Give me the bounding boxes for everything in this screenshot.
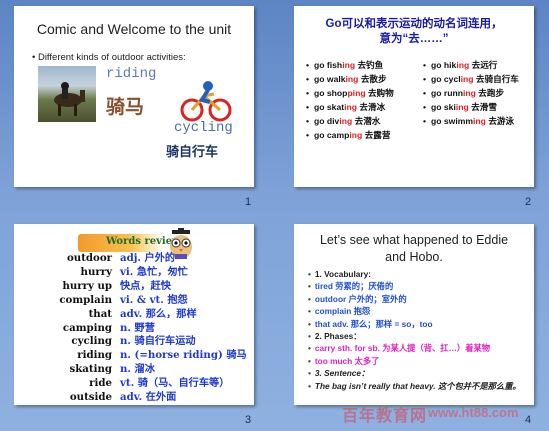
list-item: go camping 去露营 [306,128,394,142]
word: outdoor [67,252,112,264]
list-item: go hiking 去远行 [423,58,519,72]
riding-chinese-label: 骑马 [106,96,145,118]
definition: adv. 那么，那样 [120,307,197,320]
table-row: riding n. (=horse riding) 骑马 [32,349,247,363]
definition: 快点，赶快 [120,279,171,292]
definition: n. 野营 [120,321,155,334]
word: camping [62,321,112,334]
word: hurry [80,265,112,278]
list-item: go fishing 去钓鱼 [306,58,394,72]
slide-2-number: 2 [525,196,532,208]
table-row: outside adv. 在外面 [32,391,247,405]
list-item: too much 太多了 [308,355,530,367]
list-item: that adv. 那么；那样 = so，too [308,318,530,330]
word: hurry up [62,279,112,292]
definition: adj. 户外的 [120,252,176,264]
definition: n. 骑自行车运动 [120,335,196,348]
slide-4-title: Let’s see what happened to Eddie and Hob… [294,232,534,266]
list-item: go walking 去散步 [306,72,394,86]
cycling-chinese-label: 骑自行车 [166,145,219,160]
list-item: carry sth. for sb. 为某人提（背、扛…）着某物 [308,342,530,354]
watermark-logo: 百年教育网 [342,408,428,425]
cycling-english-label: cycling [174,120,233,136]
list-item: 3. Sentence： [308,367,530,379]
list-item: go running 去跑步 [423,86,519,100]
table-row: hurry up 快点，赶快 [32,280,247,294]
riding-english-label: riding [106,66,157,82]
slide-2-title-line-2: 意为“去……” [379,33,449,45]
definition: vi. 急忙，匆忙 [120,265,188,278]
list-item: go swimming 去游泳 [423,114,519,128]
table-row: camping n. 野营 [32,322,247,336]
list-item: 2. Phases： [308,330,530,342]
cyclist-icon [180,78,232,122]
word: riding [77,349,112,362]
slide-1-number: 1 [245,196,252,208]
slide-3-number: 3 [245,414,252,426]
word: that [88,307,112,320]
slide-4-content-list: 1. Vocabulary: tired 劳累的；厌倦的 outdoor 户外的… [308,268,530,392]
definition: vt. 骑（马、自行车等） [120,377,230,390]
list-item: outdoor 户外的；室外的 [308,293,530,305]
slide-2-title: Go可以和表示运动的动名词连用， 意为“去……” [294,17,534,47]
list-item: The bag isn’t really that heavy. 这个包并不是那… [308,380,530,392]
table-row: cycling n. 骑自行车运动 [32,335,247,349]
table-row: that adv. 那么，那样 [32,308,247,322]
list-item: complain 抱怨 [308,305,530,317]
word: outside [69,391,112,404]
definition: adv. 在外面 [120,391,177,404]
list-item: 1. Vocabulary: [308,268,530,280]
table-row: skating n. 溜冰 [32,363,247,377]
slide-1-bullet: • Different kinds of outdoor activities: [32,52,186,63]
words-review-list: outdoor adj. 户外的 hurry vi. 急忙，匆忙 hurry up 快… [32,252,247,405]
slide-4-thumbnail[interactable]: Let’s see what happened to Eddie and Hob… [294,224,534,405]
list-item: go diving 去潜水 [306,114,394,128]
table-row: complain vi. & vt. 抱怨 [32,294,247,308]
word: complain [59,293,112,306]
slide-4-title-line-2: and Hobo. [385,250,443,264]
slide-1-title: Comic and Welcome to the unit [36,21,232,37]
slide-4-number: 4 [525,414,532,426]
list-item: tired 劳累的；厌倦的 [308,280,530,292]
slide-2-title-line-1: Go可以和表示运动的动名词连用， [325,18,503,30]
definition: vi. & vt. 抱怨 [120,293,188,306]
table-row: hurry vi. 急忙，匆忙 [32,266,247,280]
slide-3-thumbnail[interactable]: Words review outdoor adj. 户外的 hurry vi. 急忙… [14,224,254,405]
slide-1-thumbnail[interactable]: Comic and Welcome to the unit • Differen… [14,6,254,187]
list-item: go cycling 去骑自行车 [423,72,519,86]
horse-riding-photo [38,66,96,122]
go-phrases-right-column: go hiking 去远行 go cycling 去骑自行车 go runnin… [423,58,519,128]
watermark-url: www.ht88.com [428,405,519,420]
list-item: go skiing 去滑雪 [423,100,519,114]
go-phrases-left-column: go fishing 去钓鱼 go walking 去散步 go shoppin… [306,58,394,142]
table-row: ride vt. 骑（马、自行车等） [32,377,247,391]
definition: n. 溜冰 [120,363,155,376]
slide-4-title-line-1: Let’s see what happened to Eddie [319,233,509,247]
word: skating [69,363,112,376]
definition: n. (=horse riding) 骑马 [120,349,247,362]
list-item: go shopping 去购物 [306,86,394,100]
slide-2-thumbnail[interactable]: Go可以和表示运动的动名词连用， 意为“去……” go fishing 去钓鱼 … [294,6,534,187]
list-item: go skating 去滑冰 [306,100,394,114]
word: ride [89,377,112,390]
table-row: outdoor adj. 户外的 [32,252,247,266]
word: cycling [71,335,112,348]
